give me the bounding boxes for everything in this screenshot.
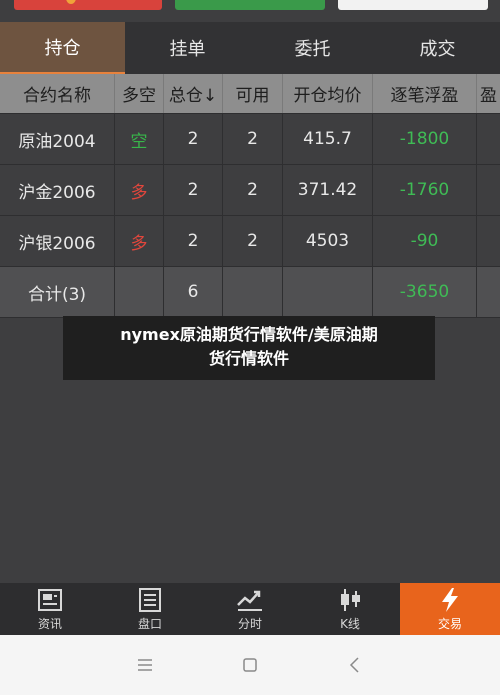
total-value: 2 <box>164 165 223 215</box>
header-available[interactable]: 可用 <box>223 74 283 113</box>
news-icon <box>38 588 62 611</box>
direction-value: 空 <box>115 114 164 164</box>
nav-news-label: 资讯 <box>37 616 62 631</box>
back-icon <box>349 657 359 673</box>
extra-cell <box>477 114 500 164</box>
bottom-nav: 资讯 盘口 分时 K线 交易 <box>0 583 500 635</box>
total-avg-price <box>283 267 373 317</box>
top-action-bar <box>0 0 500 14</box>
nav-trade[interactable]: 交易 <box>400 583 500 635</box>
nav-kline-label: K线 <box>340 616 360 631</box>
nav-timeshare-label: 分时 <box>237 616 262 631</box>
tab-positions[interactable]: 持仓 <box>0 22 125 74</box>
table-row[interactable]: 沪金2006 多 2 2 371.42 -1760 <box>0 165 500 216</box>
direction-value: 多 <box>115 165 164 215</box>
trade-tabs: 持仓 挂单 委托 成交 <box>0 22 500 74</box>
sell-button[interactable] <box>175 0 325 10</box>
home-button[interactable] <box>198 656 303 674</box>
table-row[interactable]: 原油2004 空 2 2 415.7 -1800 <box>0 114 500 165</box>
total-row: 合计(3) 6 -3650 <box>0 267 500 318</box>
orderbook-icon <box>139 587 161 612</box>
direction-value: 多 <box>115 216 164 266</box>
header-total[interactable]: 总仓↓ <box>164 74 223 113</box>
system-nav-bar <box>0 635 500 695</box>
caption-line-2: 货行情软件 <box>208 349 289 368</box>
available-value: 2 <box>223 114 283 164</box>
total-value: 2 <box>164 114 223 164</box>
table-header: 合约名称 多空 总仓↓ 可用 开仓均价 逐笔浮盈 盈 <box>0 74 500 114</box>
contract-name: 沪金2006 <box>0 165 115 215</box>
nav-kline[interactable]: K线 <box>300 583 400 635</box>
buy-button[interactable] <box>14 0 162 10</box>
avg-price-value: 371.42 <box>283 165 373 215</box>
total-available <box>223 267 283 317</box>
nav-orderbook-label: 盘口 <box>137 616 162 631</box>
timeshare-icon <box>237 590 262 611</box>
total-value: 2 <box>164 216 223 266</box>
pnl-value: -1760 <box>373 165 477 215</box>
tab-fills[interactable]: 成交 <box>375 22 500 74</box>
tab-pending-orders[interactable]: 挂单 <box>125 22 250 74</box>
home-icon <box>243 658 257 672</box>
menu-icon <box>138 659 152 671</box>
avg-price-value: 4503 <box>283 216 373 266</box>
total-label: 合计(3) <box>0 267 115 317</box>
header-contract[interactable]: 合约名称 <box>0 74 115 113</box>
menu-button[interactable] <box>93 656 198 674</box>
nav-orderbook[interactable]: 盘口 <box>100 583 200 635</box>
header-avg-price[interactable]: 开仓均价 <box>283 74 373 113</box>
kline-icon <box>341 588 360 611</box>
total-quantity: 6 <box>164 267 223 317</box>
back-button[interactable] <box>303 656 408 674</box>
nav-timeshare[interactable]: 分时 <box>200 583 300 635</box>
header-pnl[interactable]: 逐笔浮盈 <box>373 74 477 113</box>
header-direction[interactable]: 多空 <box>115 74 164 113</box>
nav-news[interactable]: 资讯 <box>0 583 100 635</box>
total-direction <box>115 267 164 317</box>
contract-name: 原油2004 <box>0 114 115 164</box>
total-pnl: -3650 <box>373 267 477 317</box>
extra-cell <box>477 216 500 266</box>
extra-cell <box>477 267 500 317</box>
extra-cell <box>477 165 500 215</box>
nav-trade-label: 交易 <box>437 616 462 631</box>
table-row[interactable]: 沪银2006 多 2 2 4503 -90 <box>0 216 500 267</box>
contract-name: 沪银2006 <box>0 216 115 266</box>
caption-line-1: nymex原油期货行情软件/美原油期 <box>120 325 378 344</box>
header-more[interactable]: 盈 <box>477 74 500 113</box>
caption-overlay: nymex原油期货行情软件/美原油期 货行情软件 <box>63 316 435 380</box>
tab-orders[interactable]: 委托 <box>250 22 375 74</box>
avg-price-value: 415.7 <box>283 114 373 164</box>
pnl-value: -90 <box>373 216 477 266</box>
positions-table: 合约名称 多空 总仓↓ 可用 开仓均价 逐笔浮盈 盈 原油2004 空 2 2 … <box>0 74 500 318</box>
available-value: 2 <box>223 216 283 266</box>
flame-icon <box>66 0 76 4</box>
close-position-button[interactable] <box>338 0 488 10</box>
available-value: 2 <box>223 165 283 215</box>
lightning-icon <box>442 587 458 612</box>
pnl-value: -1800 <box>373 114 477 164</box>
